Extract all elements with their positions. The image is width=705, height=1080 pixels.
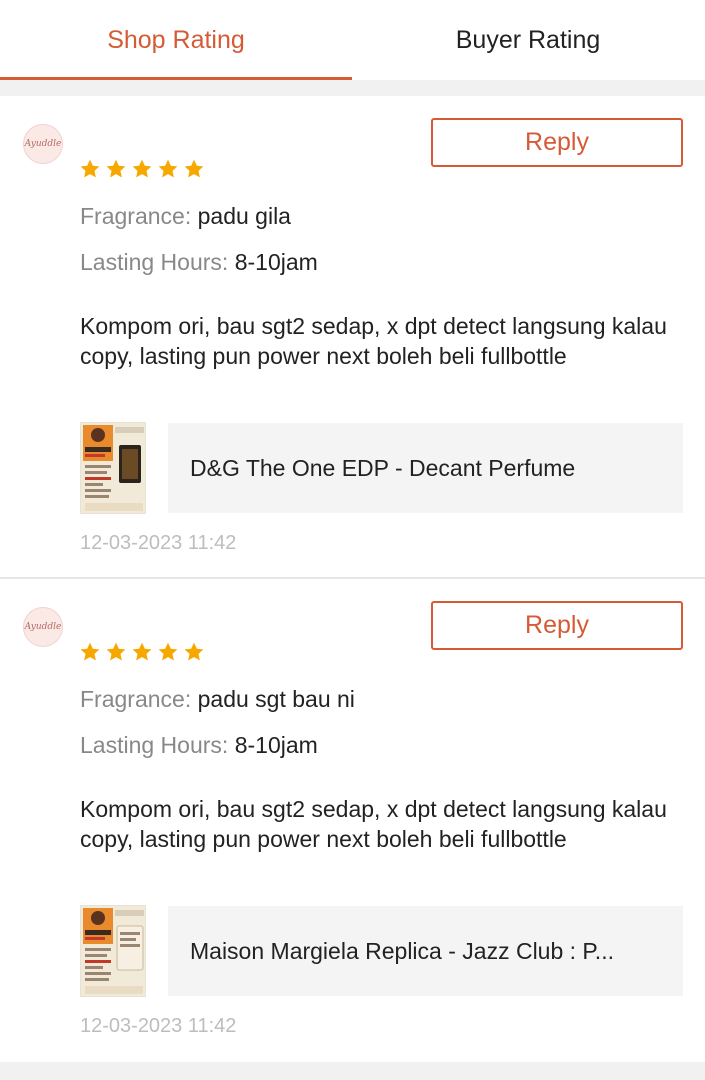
star-icon <box>158 642 178 661</box>
product-title[interactable]: Maison Margiela Replica - Jazz Club : P.… <box>168 906 683 996</box>
avatar-text: Ayuddle <box>24 622 62 632</box>
star-icon <box>184 642 204 661</box>
review-comment: Kompom ori, bau sgt2 sedap, x dpt detect… <box>80 313 667 369</box>
lasting-hours-label: Lasting Hours: <box>80 249 229 275</box>
review-comment: Kompom ori, bau sgt2 sedap, x dpt detect… <box>80 796 667 852</box>
star-icon <box>132 159 152 178</box>
lasting-hours-field: Lasting Hours: 8-10jam <box>80 249 318 276</box>
tab-shop-rating[interactable]: Shop Rating <box>0 0 352 80</box>
lasting-hours-field: Lasting Hours: 8-10jam <box>80 732 318 759</box>
star-icon <box>158 159 178 178</box>
star-icon <box>106 642 126 661</box>
tab-divider <box>0 80 705 96</box>
fragrance-value: padu sgt bau ni <box>197 686 355 712</box>
star-icon <box>80 642 100 661</box>
product-title[interactable]: D&G The One EDP - Decant Perfume <box>168 423 683 513</box>
fragrance-label: Fragrance: <box>80 203 192 229</box>
rating-tabs: Shop Rating Buyer Rating <box>0 0 705 80</box>
review-date: 12-03-2023 11:42 <box>80 1015 237 1037</box>
product-link[interactable]: Maison Margiela Replica - Jazz Club : P.… <box>80 905 683 997</box>
fragrance-field: Fragrance: padu gila <box>80 203 291 230</box>
star-icon <box>106 159 126 178</box>
product-thumbnail[interactable] <box>80 422 146 514</box>
review-card: Ayuddle Reply Fragrance: padu sgt bau ni… <box>0 579 705 1062</box>
review-card: Ayuddle Reply Fragrance: padu gila Lasti… <box>0 96 705 578</box>
star-rating <box>79 641 205 663</box>
product-link[interactable]: D&G The One EDP - Decant Perfume <box>80 422 683 514</box>
star-icon <box>132 642 152 661</box>
star-icon <box>80 159 100 178</box>
fragrance-label: Fragrance: <box>80 686 192 712</box>
star-icon <box>184 159 204 178</box>
avatar-text: Ayuddle <box>24 139 62 149</box>
lasting-hours-value: 8-10jam <box>234 249 318 275</box>
review-date: 12-03-2023 11:42 <box>80 532 237 554</box>
lasting-hours-label: Lasting Hours: <box>80 732 229 758</box>
bottom-spacer <box>0 1062 705 1080</box>
product-thumbnail[interactable] <box>80 905 146 997</box>
reply-button[interactable]: Reply <box>431 118 683 167</box>
fragrance-value: padu gila <box>197 203 291 229</box>
reply-button[interactable]: Reply <box>431 601 683 650</box>
avatar[interactable]: Ayuddle <box>23 607 63 647</box>
star-rating <box>79 158 205 180</box>
tab-buyer-rating[interactable]: Buyer Rating <box>352 0 704 80</box>
fragrance-field: Fragrance: padu sgt bau ni <box>80 686 355 713</box>
avatar[interactable]: Ayuddle <box>23 124 63 164</box>
lasting-hours-value: 8-10jam <box>234 732 318 758</box>
